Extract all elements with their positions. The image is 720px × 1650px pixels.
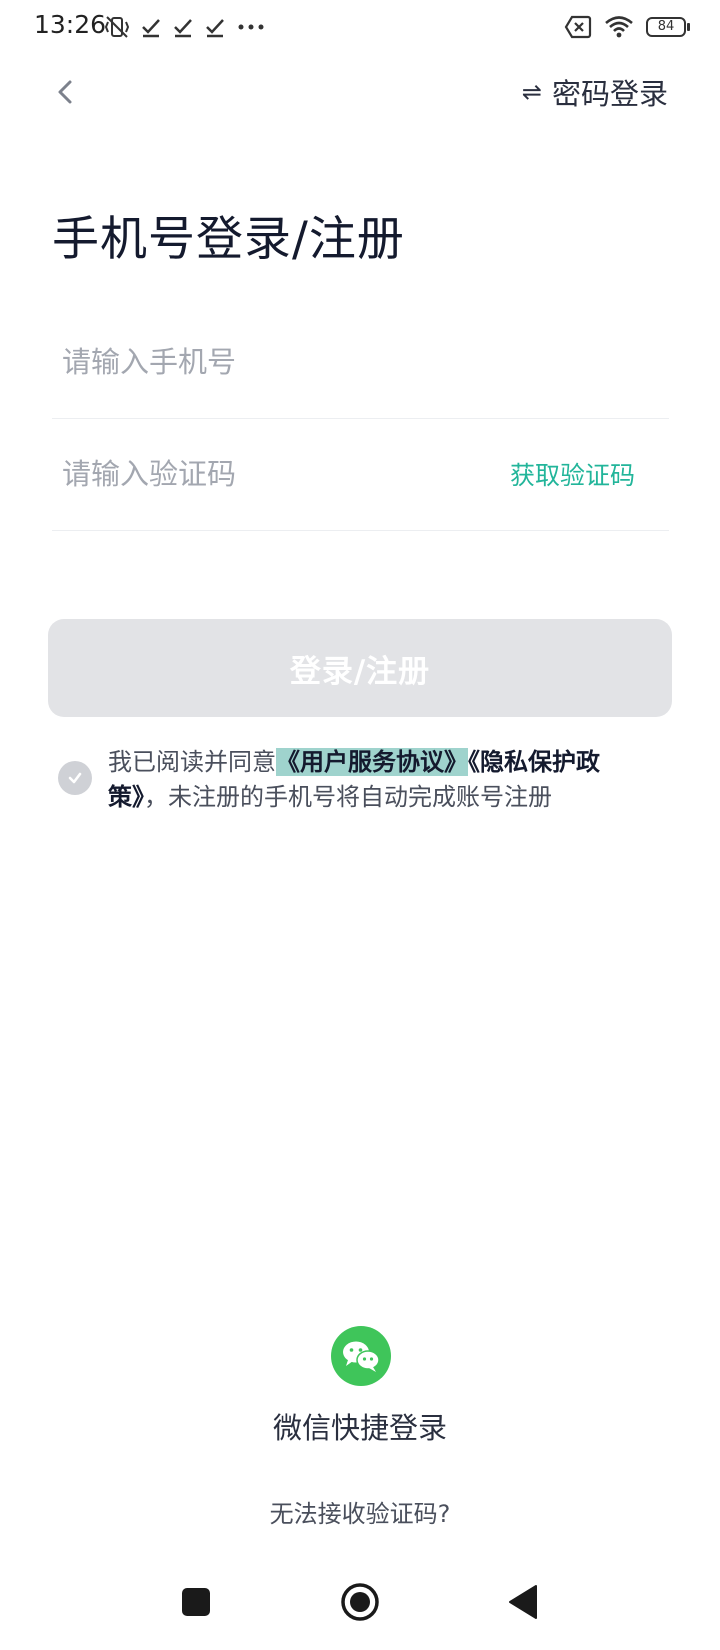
agreement-prefix: 我已阅读并同意 xyxy=(108,748,276,776)
status-left-icons xyxy=(104,12,276,42)
wechat-login-button[interactable] xyxy=(331,1326,391,1386)
wechat-icon xyxy=(343,1341,380,1372)
password-login-link[interactable]: ⇌ 密码登录 xyxy=(522,70,668,114)
recent-apps-icon[interactable] xyxy=(182,1588,210,1616)
login-register-button[interactable]: 登录/注册 xyxy=(48,619,672,717)
check-icon xyxy=(206,19,224,38)
status-right-icons: 84 xyxy=(552,12,690,42)
password-login-label: 密码登录 xyxy=(551,77,668,111)
verification-code-input[interactable] xyxy=(60,448,504,500)
status-bar: 13:26 84 xyxy=(0,0,720,56)
check-icon xyxy=(174,19,192,38)
wechat-login-label[interactable]: 微信快捷登录 xyxy=(0,1405,720,1447)
back-button[interactable] xyxy=(48,72,84,112)
get-code-button[interactable]: 获取验证码 xyxy=(510,456,635,492)
status-time: 13:26 xyxy=(34,10,107,39)
more-dots-icon xyxy=(238,24,264,30)
check-icon xyxy=(142,19,160,38)
phone-field-row xyxy=(52,308,669,419)
page-title: 手机号登录/注册 xyxy=(52,212,405,267)
agreement-text: 我已阅读并同意《用户服务协议》《隐私保护政策》，未注册的手机号将自动完成账号注册 xyxy=(108,745,628,815)
home-icon[interactable] xyxy=(340,1582,380,1622)
agreement-checkbox[interactable] xyxy=(58,761,92,795)
user-agreement-link[interactable]: 《用户服务协议》 xyxy=(276,748,468,776)
check-icon xyxy=(68,772,82,784)
vibrate-off-icon xyxy=(104,16,130,38)
login-screen: 13:26 84 ⇌ 密码登录 手机号登录/注册 请输入手机号 请输入验证码 获… xyxy=(0,0,720,1650)
agreement-suffix: ，未注册的手机号将自动完成账号注册 xyxy=(144,783,552,811)
system-nav-bar xyxy=(0,1570,720,1650)
cannot-receive-code-link[interactable]: 无法接收验证码? xyxy=(0,1494,720,1529)
back-triangle-icon[interactable] xyxy=(508,1584,538,1620)
sim-off-icon xyxy=(564,15,592,39)
wifi-icon xyxy=(605,16,633,38)
code-field-row: 获取验证码 xyxy=(52,420,669,531)
chevron-left-icon xyxy=(58,80,72,104)
battery-indicator: 84 xyxy=(646,17,690,37)
swap-arrows-icon: ⇌ xyxy=(521,78,542,106)
phone-input[interactable] xyxy=(60,336,504,388)
